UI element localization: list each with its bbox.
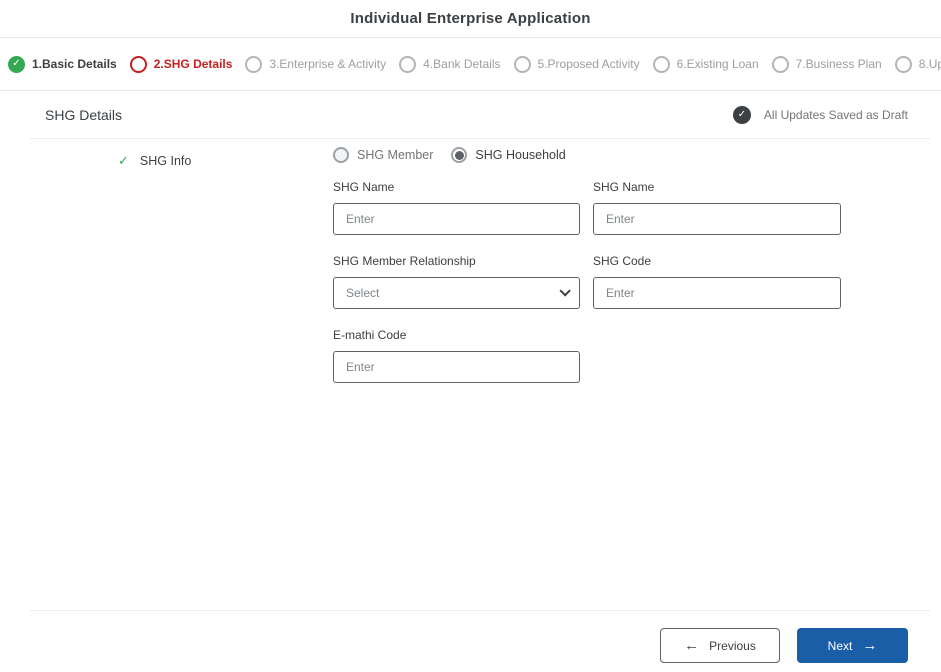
field-grid: SHG Name SHG Name SHG Member Relationshi… xyxy=(333,180,843,383)
select-placeholder: Select xyxy=(346,286,380,300)
arrow-left-icon: ← xyxy=(684,637,700,654)
section-title: SHG Details xyxy=(45,106,123,123)
stepper-step-upload-document[interactable]: 8.Upload Document xyxy=(894,55,941,73)
stepper-step-enterprise-activity[interactable]: 3.Enterprise & Activity xyxy=(245,55,387,73)
stepper-step-shg-details[interactable]: 2.SHG Details xyxy=(129,55,233,73)
stepper-step-business-plan[interactable]: 7.Business Plan xyxy=(771,55,882,73)
field-emathi-code: E-mathi Code xyxy=(333,328,580,383)
field-label: SHG Member Relationship xyxy=(333,254,476,268)
section-header: SHG Details ✓ All Updates Saved as Draft xyxy=(0,91,941,138)
field-shg-name-1: SHG Name xyxy=(333,180,580,235)
check-icon: ✓ xyxy=(118,153,129,168)
radio-selected-icon xyxy=(451,147,468,163)
step-label: 3.Enterprise & Activity xyxy=(269,57,387,71)
step-label: 2.SHG Details xyxy=(153,57,233,71)
next-button-label: Next xyxy=(827,638,853,653)
radio-shg-member[interactable]: SHG Member xyxy=(333,147,433,163)
stepper-step-proposed-activity[interactable]: 5.Proposed Activity xyxy=(513,55,640,73)
shg-name-input-2[interactable] xyxy=(593,203,841,235)
step-circle-icon xyxy=(652,55,670,73)
arrow-right-icon: → xyxy=(862,637,878,654)
shg-type-radio-group: SHG Member SHG Household xyxy=(333,147,843,163)
field-label: SHG Name xyxy=(333,180,395,194)
shg-code-input[interactable] xyxy=(593,277,841,309)
step-label: 5.Proposed Activity xyxy=(537,57,640,71)
saved-check-icon: ✓ xyxy=(732,105,751,124)
stepper-step-existing-loan[interactable]: 6.Existing Loan xyxy=(652,55,759,73)
step-circle-icon xyxy=(513,55,531,73)
step-label: 8.Upload Document xyxy=(918,57,941,71)
field-shg-name-2: SHG Name xyxy=(593,180,841,235)
step-circle-icon xyxy=(399,55,417,73)
field-label: SHG Name xyxy=(593,180,655,194)
app-header: Individual Enterprise Application xyxy=(0,0,941,38)
field-label: E-mathi Code xyxy=(333,328,407,342)
step-label: 7.Business Plan xyxy=(795,57,882,71)
page-title: Individual Enterprise Application xyxy=(350,10,591,27)
step-circle-icon xyxy=(245,55,263,73)
previous-button-label: Previous xyxy=(709,638,756,653)
field-shg-member-relationship: SHG Member Relationship Select xyxy=(333,254,580,309)
stepper-step-bank-details[interactable]: 4.Bank Details xyxy=(399,55,501,73)
step-done-check-icon: ✓ xyxy=(8,55,25,73)
radio-label: SHG Member xyxy=(357,148,434,162)
next-button[interactable]: Next → xyxy=(797,628,908,663)
step-label: 6.Existing Loan xyxy=(676,57,759,71)
shg-form: SHG Member SHG Household SHG Name SHG Na… xyxy=(333,139,843,383)
previous-button[interactable]: ← Previous xyxy=(660,628,780,663)
sidebar-item-shg-info[interactable]: ✓ SHG Info xyxy=(118,153,191,169)
field-shg-code: SHG Code xyxy=(593,254,841,309)
content: ✓ SHG Info SHG Member SHG Household SHG … xyxy=(0,139,941,610)
radio-unselected-icon xyxy=(333,147,349,163)
radio-label: SHG Household xyxy=(475,148,566,162)
step-circle-icon xyxy=(129,55,147,73)
step-label: 1.Basic Details xyxy=(32,57,117,71)
shg-member-relationship-select[interactable]: Select xyxy=(333,277,580,309)
draft-status-text: All Updates Saved as Draft xyxy=(763,107,908,122)
draft-status: ✓ All Updates Saved as Draft xyxy=(732,105,908,124)
stepper: ✓ 1.Basic Details 2.SHG Details 3.Enterp… xyxy=(0,38,941,91)
stepper-step-basic-details[interactable]: ✓ 1.Basic Details xyxy=(8,55,117,73)
radio-shg-household[interactable]: SHG Household xyxy=(451,147,566,163)
step-circle-icon xyxy=(771,55,789,73)
field-label: SHG Code xyxy=(593,254,652,268)
emathi-code-input[interactable] xyxy=(333,351,580,383)
shg-name-input-1[interactable] xyxy=(333,203,580,235)
step-circle-icon xyxy=(894,55,912,73)
chevron-down-icon xyxy=(559,285,571,297)
step-label: 4.Bank Details xyxy=(423,57,501,71)
sidebar-item-label: SHG Info xyxy=(139,154,192,168)
footer-actions: ← Previous Next → xyxy=(0,611,941,663)
